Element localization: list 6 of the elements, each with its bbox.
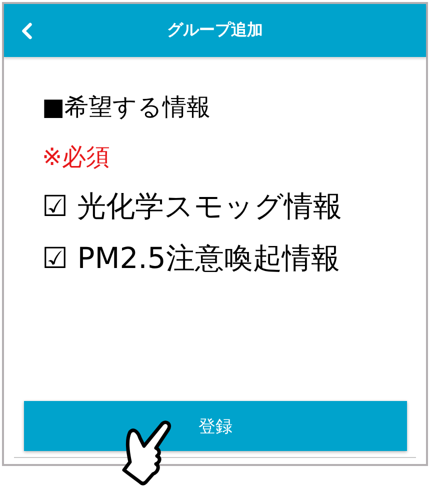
option-label: ☑ 光化学スモッグ情報 xyxy=(42,188,344,225)
option-label: ☑ PM2.5注意喚起情報 xyxy=(42,240,341,277)
screen-title: グループ追加 xyxy=(167,20,263,41)
required-note: ※必須 xyxy=(42,142,112,173)
register-button[interactable]: 登録 xyxy=(24,401,407,451)
section-heading: ■希望する情報 xyxy=(42,92,212,123)
